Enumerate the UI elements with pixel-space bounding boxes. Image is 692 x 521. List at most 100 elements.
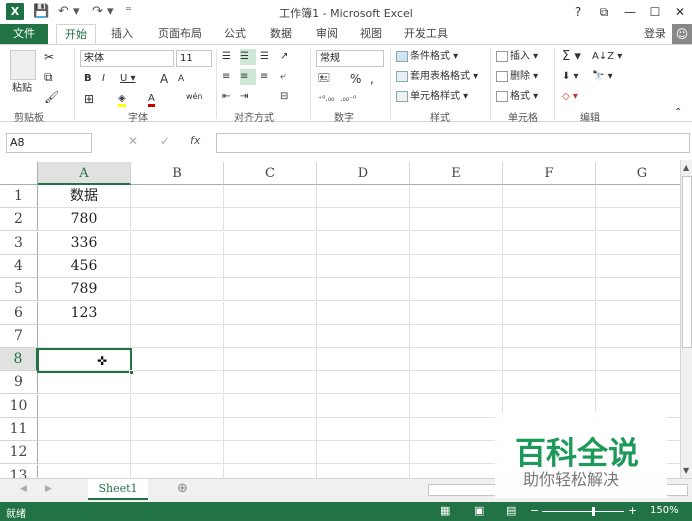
shrink-font-icon[interactable]: A [178,71,184,87]
fill-color-icon[interactable]: ◈ [118,91,126,107]
column-header-a[interactable]: A [38,162,131,185]
find-select-button[interactable]: 🔭 ▾ [592,69,613,85]
cell-d3[interactable] [317,231,410,255]
cell-a3[interactable]: 336 [38,231,131,255]
align-left-icon[interactable]: ≡ [222,69,230,85]
clear-button[interactable]: ◇ ▾ [562,89,578,105]
cell-c13[interactable] [224,464,317,478]
cell-styles-button[interactable]: 单元格样式 ▾ [396,89,468,105]
cell-a10[interactable] [38,394,131,418]
cell-d9[interactable] [317,371,410,395]
increase-indent-icon[interactable]: ⇥ [240,89,248,105]
cell-d13[interactable] [317,464,410,478]
column-header-f[interactable]: F [503,162,596,185]
formula-input[interactable] [216,133,690,153]
cell-g8[interactable] [596,348,680,372]
cell-e8[interactable] [410,348,503,372]
phonetic-icon[interactable]: wén [186,89,203,105]
format-painter-icon[interactable]: 🖌 [44,89,59,105]
cell-e10[interactable] [410,394,503,418]
cell-c7[interactable] [224,324,317,348]
sort-filter-button[interactable]: A↓Z ▾ [592,49,622,65]
row-header[interactable]: 11 [0,418,38,441]
align-center-icon[interactable]: ≡ [240,69,256,85]
format-as-table-button[interactable]: 套用表格格式 ▾ [396,69,478,85]
cell-d5[interactable] [317,278,410,302]
cell-g2[interactable] [596,208,680,232]
cell-f3[interactable] [503,231,596,255]
column-header-e[interactable]: E [410,162,503,185]
cell-g7[interactable] [596,325,680,348]
help-icon[interactable]: ? [566,2,590,22]
maximize-icon[interactable]: ☐ [643,2,667,22]
cell-d6[interactable] [317,301,410,325]
cell-e2[interactable] [410,208,503,232]
cell-b13[interactable] [131,464,224,478]
tab-review[interactable]: 审阅 [310,24,344,44]
cell-d12[interactable] [317,441,410,465]
scroll-up-icon[interactable]: ▲ [683,163,689,172]
cell-d10[interactable] [317,394,410,418]
row-header[interactable]: 1 [0,185,38,208]
row-header[interactable]: 7 [0,324,38,348]
font-size-select[interactable]: 11 [176,50,212,67]
cell-e12[interactable] [410,441,503,465]
fill-button[interactable]: ⬇ ▾ [562,69,579,85]
insert-function-icon[interactable]: fx [190,134,200,147]
cell-c4[interactable] [224,254,317,278]
cell-b9[interactable] [131,371,224,395]
cancel-icon[interactable]: ✕ [128,134,138,148]
cell-e3[interactable] [410,231,503,255]
zoom-slider-thumb[interactable] [592,507,595,516]
cell-f4[interactable] [503,254,596,278]
row-header[interactable]: 5 [0,278,38,302]
row-header[interactable]: 9 [0,371,38,395]
enter-icon[interactable]: ✓ [160,134,170,148]
cell-c9[interactable] [224,371,317,395]
cell-f2[interactable] [503,208,596,232]
scroll-thumb[interactable] [682,176,692,348]
cell-b8[interactable] [131,348,224,372]
cell-c2[interactable] [224,208,317,232]
copy-icon[interactable]: ⧉ [44,69,53,85]
cell-f9[interactable] [503,371,596,395]
cell-d11[interactable] [317,418,410,441]
login-link[interactable]: 登录 [640,24,670,44]
next-sheet-icon[interactable]: ▶ [45,484,52,494]
cell-e1[interactable] [410,185,503,208]
cell-a2[interactable]: 780 [38,208,131,232]
cell-b10[interactable] [131,394,224,418]
zoom-level[interactable]: 150% [650,505,679,516]
cell-c12[interactable] [224,441,317,465]
ribbon-display-icon[interactable]: ⧉ [592,2,616,22]
comma-button[interactable]: , [370,71,374,87]
close-icon[interactable]: ✕ [668,2,692,22]
cell-g3[interactable] [596,232,680,255]
cell-b3[interactable] [131,231,224,255]
zoom-out-button[interactable]: − [530,504,539,517]
cell-g4[interactable] [596,255,680,278]
cell-a1[interactable]: 数据 [38,185,131,208]
scroll-down-icon[interactable]: ▼ [683,466,689,475]
column-header-g[interactable]: G [596,162,680,185]
align-top-icon[interactable]: ☰ [222,49,231,65]
cell-c1[interactable] [224,185,317,208]
row-header[interactable]: 3 [0,231,38,255]
cell-g9[interactable] [596,371,680,395]
grow-font-icon[interactable]: A [160,71,168,87]
column-header-b[interactable]: B [131,162,224,185]
add-sheet-icon[interactable]: ⊕ [177,481,188,496]
page-break-view-icon[interactable]: ▤ [506,504,516,517]
row-header[interactable]: 2 [0,208,38,232]
italic-button[interactable]: I [102,71,105,87]
increase-decimal-icon[interactable]: ⁺⁰.₀₀ [318,91,334,107]
cell-a7[interactable] [38,324,131,348]
cell-d1[interactable] [317,185,410,208]
font-name-select[interactable]: 宋体 [80,50,174,67]
tab-file[interactable]: 文件 [0,24,48,44]
cell-a11[interactable] [38,418,131,441]
cell-f5[interactable] [503,278,596,302]
tab-data[interactable]: 数据 [264,24,298,44]
cell-e7[interactable] [410,324,503,348]
page-layout-view-icon[interactable]: ▣ [474,504,484,517]
